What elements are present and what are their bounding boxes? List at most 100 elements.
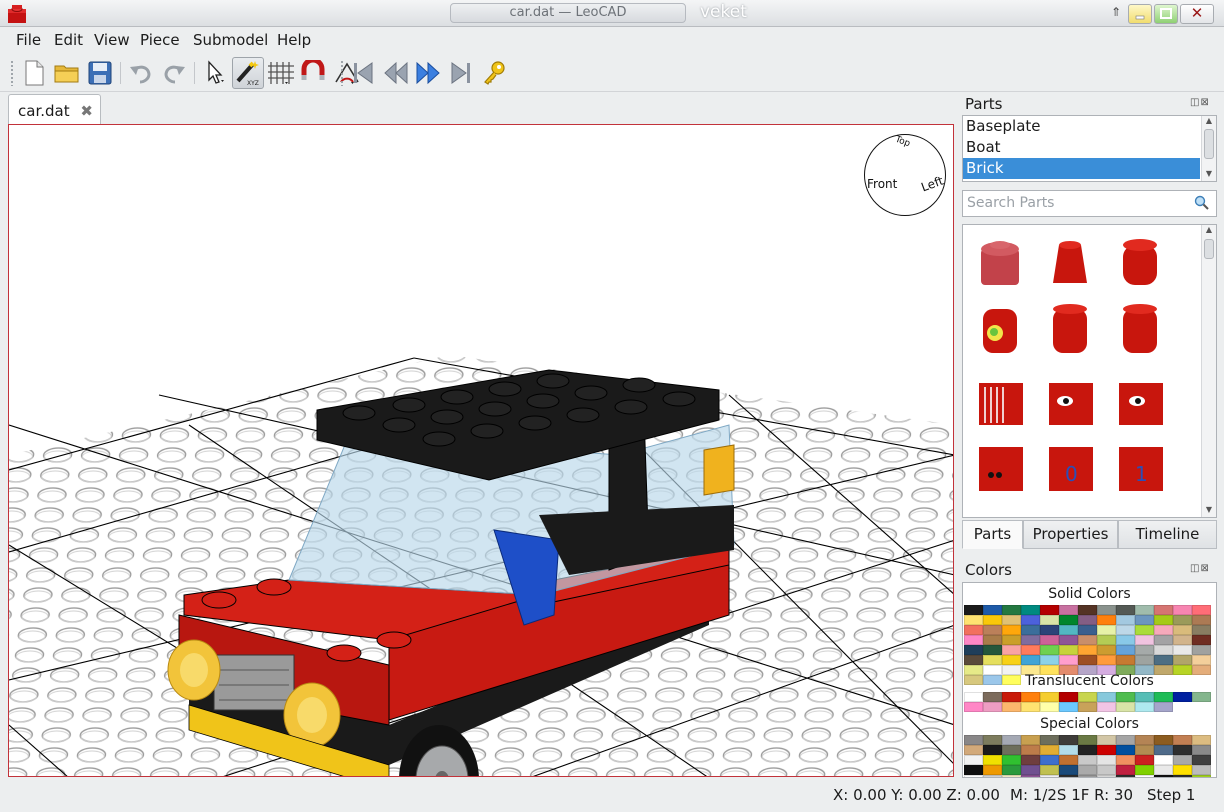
view-sphere[interactable]: Top Front Left: [864, 134, 946, 216]
color-swatch[interactable]: [1154, 625, 1173, 635]
special-color-swatches[interactable]: [964, 735, 1211, 777]
color-swatch[interactable]: [1021, 625, 1040, 635]
part-brick-cylinder-a[interactable]: [1039, 299, 1101, 361]
color-swatch[interactable]: [964, 755, 983, 765]
color-swatch[interactable]: [1059, 615, 1078, 625]
color-swatch[interactable]: [1135, 645, 1154, 655]
part-brick-round-printed[interactable]: [969, 299, 1031, 361]
new-file-button[interactable]: [18, 57, 50, 89]
color-swatch[interactable]: [983, 765, 1002, 775]
color-swatch[interactable]: [1154, 765, 1173, 775]
scroll-down-arrow-icon[interactable]: ▼: [1202, 505, 1216, 517]
color-swatch[interactable]: [1154, 655, 1173, 665]
color-swatch[interactable]: [1173, 765, 1192, 775]
part-thumbnail-grid[interactable]: 0 1 ▲ ▼: [962, 224, 1217, 518]
toolbar-grip-2[interactable]: [340, 60, 344, 86]
color-swatch[interactable]: [983, 755, 1002, 765]
color-swatch[interactable]: [964, 605, 983, 615]
color-swatch[interactable]: [1002, 755, 1021, 765]
minimize-button[interactable]: [1128, 4, 1152, 24]
translucent-color-swatches[interactable]: [964, 692, 1211, 712]
color-swatch[interactable]: [1135, 655, 1154, 665]
maximize-button[interactable]: [1154, 4, 1178, 24]
color-swatch[interactable]: [1135, 735, 1154, 745]
tab-properties[interactable]: Properties: [1023, 520, 1118, 549]
color-swatch[interactable]: [1021, 655, 1040, 665]
color-swatch[interactable]: [983, 645, 1002, 655]
color-swatch[interactable]: [1002, 702, 1021, 712]
parts-panel-dock-buttons[interactable]: ◫⊠: [1190, 97, 1210, 108]
color-swatch[interactable]: [1135, 765, 1154, 775]
color-swatch[interactable]: [1173, 775, 1192, 777]
redo-button[interactable]: [158, 57, 190, 89]
view-sphere-top-label[interactable]: Top: [894, 135, 912, 150]
part-grid-scrollbar[interactable]: ▲ ▼: [1201, 225, 1216, 517]
color-swatch[interactable]: [983, 655, 1002, 665]
color-swatch[interactable]: [1021, 755, 1040, 765]
color-swatch[interactable]: [1059, 775, 1078, 777]
color-swatch[interactable]: [1116, 615, 1135, 625]
color-swatch[interactable]: [1021, 775, 1040, 777]
color-swatch[interactable]: [983, 625, 1002, 635]
color-swatch[interactable]: [983, 692, 1002, 702]
model-viewport[interactable]: Top Front Left: [8, 124, 954, 777]
tab-timeline[interactable]: Timeline: [1118, 520, 1217, 549]
color-swatch[interactable]: [1040, 735, 1059, 745]
colors-panel-dock-buttons[interactable]: ◫⊠: [1190, 563, 1210, 574]
part-brick-eyes-a[interactable]: [1039, 369, 1101, 431]
color-swatch[interactable]: [1154, 605, 1173, 615]
part-brick-eyes-b[interactable]: [1109, 369, 1171, 431]
color-swatch[interactable]: [1059, 735, 1078, 745]
color-swatch[interactable]: [1192, 635, 1211, 645]
color-swatch[interactable]: [1192, 765, 1211, 775]
document-tab[interactable]: car.dat ✖: [8, 94, 101, 125]
key-button[interactable]: [478, 57, 510, 89]
color-swatch[interactable]: [1078, 635, 1097, 645]
color-swatch[interactable]: [1078, 775, 1097, 777]
category-item-boat[interactable]: Boat: [963, 137, 1216, 158]
color-swatch[interactable]: [1154, 745, 1173, 755]
color-swatch[interactable]: [1040, 745, 1059, 755]
color-swatch[interactable]: [1059, 745, 1078, 755]
color-swatch[interactable]: [1116, 625, 1135, 635]
color-swatch[interactable]: [1116, 655, 1135, 665]
color-swatch[interactable]: [1154, 615, 1173, 625]
color-swatch[interactable]: [1021, 645, 1040, 655]
color-swatch[interactable]: [1040, 615, 1059, 625]
color-swatch[interactable]: [1135, 745, 1154, 755]
menu-file[interactable]: File: [16, 31, 41, 49]
color-swatch[interactable]: [1078, 692, 1097, 702]
color-swatch[interactable]: [964, 765, 983, 775]
undo-button[interactable]: [125, 57, 157, 89]
pin-window-button[interactable]: ⇑: [1108, 5, 1124, 21]
color-swatch[interactable]: [964, 635, 983, 645]
color-swatch[interactable]: [1040, 702, 1059, 712]
color-swatch[interactable]: [1192, 745, 1211, 755]
color-swatch[interactable]: [1192, 755, 1211, 765]
color-swatch[interactable]: [1078, 645, 1097, 655]
color-swatch[interactable]: [983, 702, 1002, 712]
color-swatch[interactable]: [1078, 765, 1097, 775]
color-swatch[interactable]: [964, 702, 983, 712]
color-swatch[interactable]: [1097, 775, 1116, 777]
color-swatch[interactable]: [1116, 755, 1135, 765]
snap-grid-button[interactable]: [265, 57, 297, 89]
color-swatch[interactable]: [1154, 775, 1173, 777]
color-swatch[interactable]: [1097, 605, 1116, 615]
color-swatch[interactable]: [964, 655, 983, 665]
part-brick-striped[interactable]: [969, 369, 1031, 431]
color-swatch[interactable]: [1173, 615, 1192, 625]
color-swatch[interactable]: [1135, 775, 1154, 777]
color-swatch[interactable]: [1078, 755, 1097, 765]
menu-edit[interactable]: Edit: [54, 31, 83, 49]
color-swatch[interactable]: [1040, 755, 1059, 765]
close-tab-icon[interactable]: ✖: [80, 102, 93, 120]
color-swatch[interactable]: [1040, 692, 1059, 702]
color-swatch[interactable]: [1116, 692, 1135, 702]
search-icon[interactable]: [1194, 195, 1210, 211]
color-swatch[interactable]: [1192, 692, 1211, 702]
color-swatch[interactable]: [964, 775, 983, 777]
color-swatch[interactable]: [1078, 605, 1097, 615]
color-swatch[interactable]: [1059, 635, 1078, 645]
color-swatch[interactable]: [1097, 635, 1116, 645]
